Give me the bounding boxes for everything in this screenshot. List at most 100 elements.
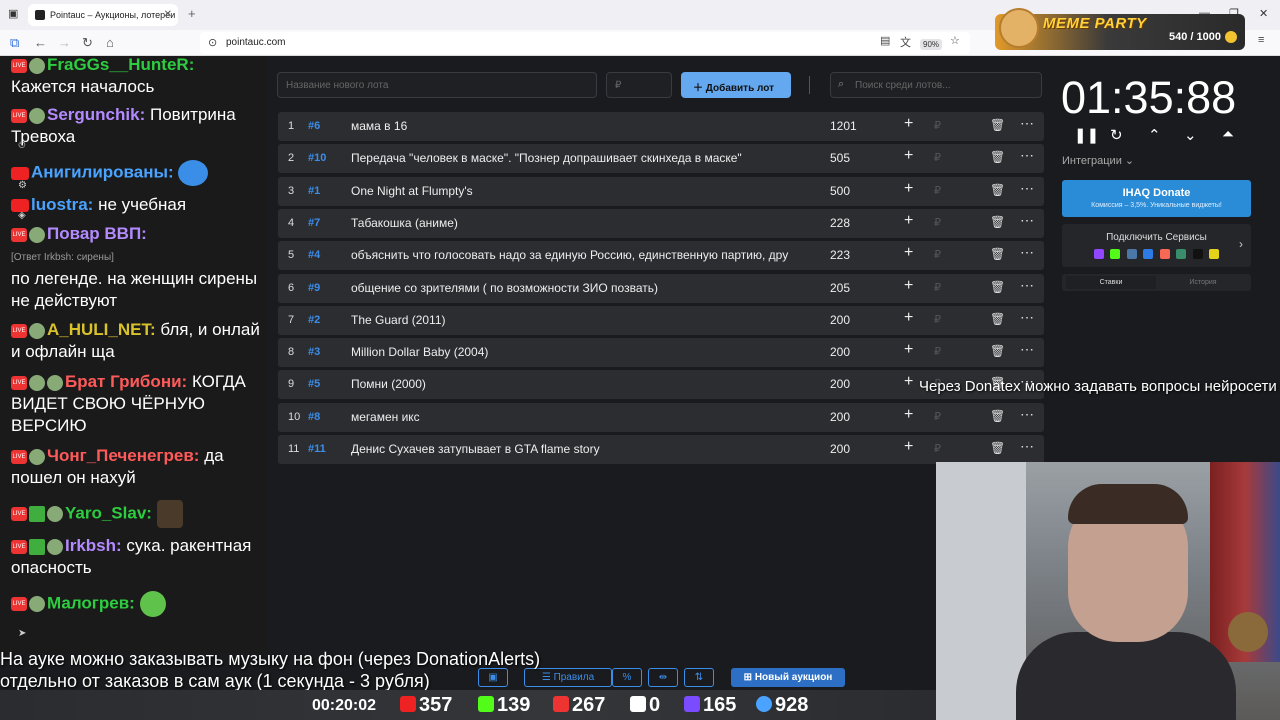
- time-max-icon[interactable]: ⏶: [1222, 126, 1234, 143]
- forward-icon[interactable]: →: [58, 35, 71, 50]
- rub-icon[interactable]: ₽: [934, 248, 941, 261]
- rub-icon[interactable]: ₽: [934, 119, 941, 132]
- tab-bids[interactable]: Ставки: [1066, 276, 1156, 289]
- add-bid-icon[interactable]: +: [904, 180, 913, 198]
- lot-name[interactable]: мегамен икс: [351, 410, 816, 424]
- layers-icon[interactable]: ◈: [18, 210, 26, 221]
- reader-view-icon[interactable]: ▤: [880, 34, 890, 47]
- favicon-icon: [35, 10, 45, 20]
- tab-list-icon[interactable]: ▣: [8, 7, 18, 20]
- rub-icon[interactable]: ₽: [934, 442, 941, 455]
- checkmark-icon: [29, 506, 45, 522]
- more-options-icon[interactable]: ⋯: [1020, 341, 1034, 358]
- add-bid-icon[interactable]: +: [904, 406, 913, 424]
- rub-icon[interactable]: ₽: [934, 216, 941, 229]
- rub-icon[interactable]: ₽: [934, 410, 941, 423]
- settings-icon[interactable]: ⚙: [18, 180, 27, 191]
- tab-history[interactable]: История: [1158, 276, 1248, 289]
- percent-button[interactable]: %: [612, 668, 642, 687]
- reset-icon[interactable]: ↻: [1110, 126, 1123, 144]
- rub-icon[interactable]: ₽: [934, 151, 941, 164]
- delete-lot-icon[interactable]: 🗑: [990, 409, 1005, 423]
- pause-icon[interactable]: ❚❚: [1074, 126, 1099, 144]
- zoom-level[interactable]: 90%: [920, 39, 943, 50]
- add-bid-icon[interactable]: +: [904, 341, 913, 359]
- delete-lot-icon[interactable]: 🗑: [990, 312, 1005, 326]
- rub-icon[interactable]: ₽: [934, 281, 941, 294]
- translate-icon[interactable]: 文: [900, 34, 911, 50]
- lot-id: #10: [308, 152, 327, 165]
- integrations-dropdown[interactable]: Интеграции ⌄: [1062, 154, 1134, 167]
- connect-services-button[interactable]: Подключить Сервисы ›: [1062, 224, 1251, 267]
- new-auction-button[interactable]: ⊞ Новый аукцион: [731, 668, 845, 687]
- emote-icon: [29, 107, 45, 124]
- rub-icon[interactable]: ₽: [934, 184, 941, 197]
- more-options-icon[interactable]: ⋯: [1020, 115, 1034, 132]
- reload-icon[interactable]: ↻: [82, 35, 93, 51]
- back-icon[interactable]: ←: [34, 35, 47, 50]
- amount-placeholder: ₽: [615, 80, 622, 91]
- lot-name[interactable]: мама в 16: [351, 119, 816, 133]
- delete-lot-icon[interactable]: 🗑: [990, 183, 1005, 197]
- split-icon[interactable]: ⇹: [648, 668, 678, 687]
- delete-lot-icon[interactable]: 🗑: [990, 150, 1005, 164]
- lot-name[interactable]: объяснить что голосовать надо за единую …: [351, 248, 816, 262]
- rub-icon[interactable]: ₽: [934, 313, 941, 326]
- lot-amount: 205: [830, 280, 851, 295]
- delete-lot-icon[interactable]: 🗑: [990, 441, 1005, 455]
- close-tab-icon[interactable]: ✕: [164, 9, 172, 20]
- menu-icon[interactable]: ≡: [1258, 34, 1264, 46]
- add-bid-icon[interactable]: +: [904, 115, 913, 133]
- lot-name[interactable]: Помни (2000): [351, 377, 816, 391]
- delete-lot-icon[interactable]: 🗑: [990, 118, 1005, 132]
- more-options-icon[interactable]: ⋯: [1020, 244, 1034, 261]
- goodgame-icon: [1176, 249, 1187, 259]
- more-options-icon[interactable]: ⋯: [1020, 277, 1034, 294]
- telegram-icon[interactable]: ➤: [18, 628, 26, 639]
- history-icon[interactable]: ⏲: [18, 140, 26, 151]
- lot-name[interactable]: общение со зрителями ( по возможности ЗИ…: [351, 281, 816, 295]
- new-lot-input[interactable]: Название нового лота: [277, 72, 597, 98]
- browser-tab[interactable]: Pointauc – Аукционы, лотереи ✕: [28, 4, 178, 26]
- add-bid-icon[interactable]: +: [904, 244, 913, 262]
- delete-lot-icon[interactable]: 🗑: [990, 215, 1005, 229]
- delete-lot-icon[interactable]: 🗑: [990, 247, 1005, 261]
- add-bid-icon[interactable]: +: [904, 147, 913, 165]
- rub-icon[interactable]: ₽: [934, 345, 941, 358]
- sort-icon[interactable]: ⇅: [684, 668, 714, 687]
- add-bid-icon[interactable]: +: [904, 373, 913, 391]
- bookmark-star-icon[interactable]: ☆: [950, 34, 960, 47]
- more-options-icon[interactable]: ⋯: [1020, 309, 1034, 326]
- lot-name[interactable]: Million Dollar Baby (2004): [351, 345, 816, 359]
- add-bid-icon[interactable]: +: [904, 212, 913, 230]
- delete-lot-icon[interactable]: 🗑: [990, 344, 1005, 358]
- delete-lot-icon[interactable]: 🗑: [990, 280, 1005, 294]
- amount-input[interactable]: ₽: [606, 72, 672, 98]
- stream-chat: LIVE FraGGs__HunteR: Кажется началось LIV…: [0, 56, 268, 654]
- lot-name[interactable]: Табакошка (аниме): [351, 216, 816, 230]
- lot-name[interactable]: One Night at Flumpty's: [351, 184, 816, 198]
- more-options-icon[interactable]: ⋯: [1020, 406, 1034, 423]
- add-bid-icon[interactable]: +: [904, 438, 913, 456]
- home-icon[interactable]: ⌂: [106, 35, 114, 50]
- time-up-icon[interactable]: ⌃: [1148, 126, 1161, 144]
- ihaq-donate-button[interactable]: IHAQ Donate Комиссия – 3,5%. Уникальные …: [1062, 180, 1251, 217]
- lot-name[interactable]: Денис Сухачев затупывает в GTA flame sto…: [351, 442, 816, 456]
- new-tab-icon[interactable]: +: [188, 6, 196, 21]
- more-options-icon[interactable]: ⋯: [1020, 147, 1034, 164]
- lot-name[interactable]: The Guard (2011): [351, 313, 816, 327]
- url-field[interactable]: ⊙ pointauc.com: [200, 32, 970, 54]
- sidebar-toggle-icon[interactable]: ⧉: [10, 35, 19, 51]
- add-bid-icon[interactable]: +: [904, 277, 913, 295]
- close-window-icon[interactable]: ✕: [1259, 7, 1268, 20]
- lot-search-input[interactable]: ⌕ Поиск среди лотов...: [830, 72, 1042, 98]
- site-info-icon[interactable]: ⊙: [208, 36, 217, 49]
- time-down-icon[interactable]: ⌄: [1184, 126, 1197, 144]
- more-options-icon[interactable]: ⋯: [1020, 438, 1034, 455]
- add-lot-button[interactable]: ＋ Добавить лот: [681, 72, 791, 98]
- lot-name[interactable]: Передача "человек в маске". "Познер допр…: [351, 151, 816, 165]
- add-bid-icon[interactable]: +: [904, 309, 913, 327]
- more-options-icon[interactable]: ⋯: [1020, 180, 1034, 197]
- more-options-icon[interactable]: ⋯: [1020, 212, 1034, 229]
- chevron-right-icon: ›: [1239, 237, 1243, 251]
